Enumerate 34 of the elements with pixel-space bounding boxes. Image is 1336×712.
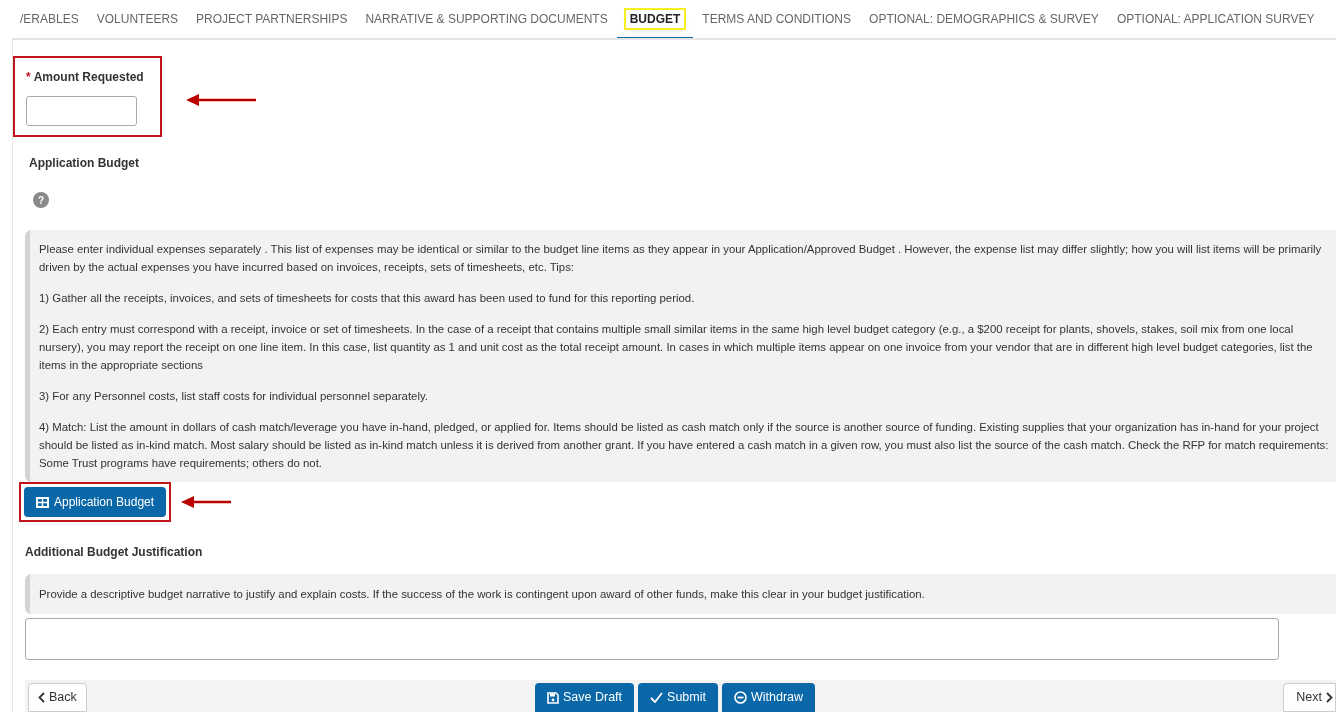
submit-button[interactable]: Submit	[638, 683, 718, 712]
chevron-left-icon	[38, 692, 45, 703]
section-label: Additional Budget Justification	[25, 544, 204, 561]
instruction-text: Please enter individual expenses separately . This list of expenses may be identical or similar to the budget line items as they appear in your Application/Approved Budget . However, the expense list may differ slightly; how you will list items will be primarily driven by the actual expenses you have incurred based on invoices, receipts, sets of timesheets, etc. Tips:	[39, 242, 1323, 275]
withdraw-button[interactable]: Withdraw	[722, 683, 816, 712]
instruction-text: 3) For any Personnel costs, list staff costs for individual personnel separately.	[39, 389, 429, 404]
amount-field[interactable]	[26, 96, 137, 126]
back-button[interactable]: Back	[28, 683, 87, 712]
instruction-text: Provide a descriptive budget narrative to justify and explain costs. If the success of the work is contingent upon award of other funds, make this clear in your budget justification.	[39, 587, 926, 602]
check-icon	[650, 692, 664, 703]
arrow-icon	[185, 93, 256, 106]
table-icon	[36, 496, 49, 508]
application-budget-button[interactable]: Application Budget	[24, 487, 167, 517]
tab[interactable]: NARRATIVE & SUPPORTING DOCUMENTS	[356, 0, 617, 38]
tab[interactable]: TERMS AND CONDITIONS	[693, 0, 861, 38]
minus-circle-icon	[734, 691, 747, 704]
arrow-icon	[181, 496, 232, 508]
tab[interactable]: VOLUNTEERS	[87, 0, 188, 38]
instruction-text: 1) Gather all the receipts, invoices, and sets of timesheets for costs that this award has been used to fund for this reporting period.	[39, 291, 696, 306]
next-button[interactable]: Next	[1283, 683, 1336, 712]
instruction-text: 4) Match: List the amount in dollars of cash match/leverage you have in-hand, pledged, or applied for. Items should be listed as cash match only if the source is another source of funding. Existing supplies that your organization has in-hand for your project should be listed as in-kind match. Most salary should be listed as in-kind match unless it is derived from another grant. If you have entered a cash match in a given row, you must also list the source of the cash match. Check the RFP for match requirements: Some Trust programs have requirements; others do not.	[39, 420, 1330, 471]
tab[interactable]: OPTIONAL: DEMOGRAPHICS & SURVEY	[860, 0, 1108, 38]
justification-field[interactable]	[25, 618, 1279, 660]
chevron-right-icon	[1326, 692, 1333, 703]
section-label: Application Budget	[29, 155, 140, 172]
required-mark: *	[26, 69, 31, 86]
tab[interactable]: PROJECT PARTNERSHIPS	[187, 0, 357, 38]
tab[interactable]: /ERABLES	[12, 0, 88, 38]
help-icon[interactable]: ?	[33, 192, 49, 208]
tab[interactable]: OPTIONAL: APPLICATION SURVEY	[1107, 0, 1324, 38]
tab[interactable]: BUDGET	[616, 0, 694, 38]
instruction-text: 2) Each entry must correspond with a receipt, invoice or set of timesheets. In the case of a receipt that contains multiple small similar items in the same high level budget category (e.g., a $200 receipt for plants, shovels, stakes, soil mix from one local nursery), you may report the receipt on one line item. In this case, list quantity as 1 and unit cost as the total receipt amount. In cases in which multiple items appear on one invoice from your vendor that are in different high level budget categories, list the items in the appropriate sections	[39, 322, 1314, 373]
field-label: Amount Requested	[33, 69, 144, 86]
save-button[interactable]: Save Draft	[535, 683, 635, 712]
